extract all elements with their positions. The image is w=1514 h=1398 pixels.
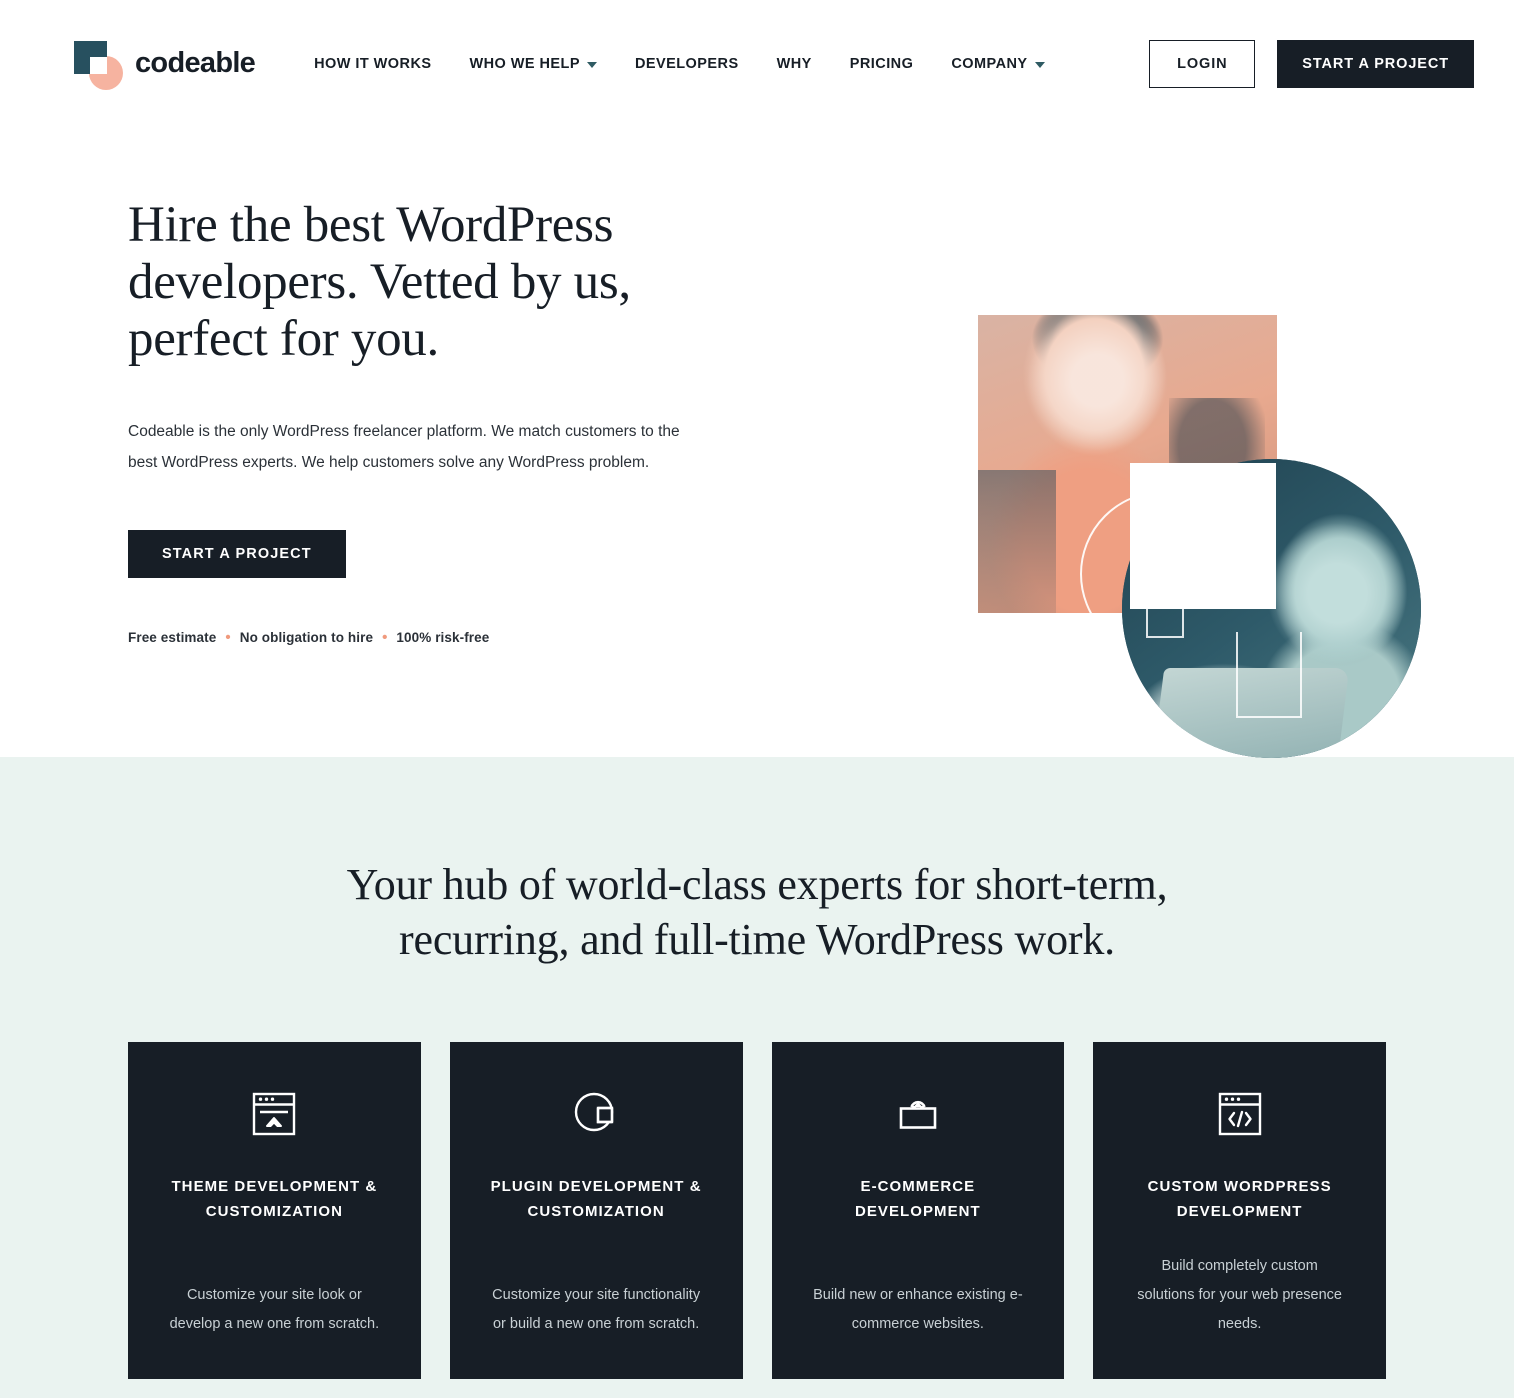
nav-label: HOW IT WORKS	[314, 55, 432, 72]
services-heading: Your hub of world-class experts for shor…	[346, 860, 1168, 965]
nav-item-developers[interactable]: DEVELOPERS	[616, 56, 758, 72]
chevron-down-icon	[586, 62, 597, 68]
service-card-description: Customize your site look or develop a ne…	[169, 1286, 380, 1332]
login-button[interactable]: LOGIN	[1149, 39, 1256, 88]
browser-code-icon	[1211, 1084, 1269, 1144]
start-a-project-button-header[interactable]: START A PROJECT	[1277, 39, 1474, 88]
service-card-theme-development[interactable]: THEME DEVELOPMENT & CUSTOMIZATION Custom…	[128, 1041, 421, 1379]
shopping-bag-icon	[889, 1084, 947, 1144]
codeable-logo-icon	[68, 38, 124, 90]
hero-trust-line: Free estimate • No obligation to hire • …	[128, 630, 700, 645]
nav-label: PRICING	[849, 55, 914, 72]
chevron-down-icon	[1034, 62, 1045, 68]
services-section: Your hub of world-class experts for shor…	[0, 757, 1514, 1398]
service-card-title: THEME DEVELOPMENT & CUSTOMIZATION	[171, 1177, 378, 1221]
decorative-white-square	[1130, 463, 1276, 609]
start-a-project-button-hero[interactable]: START A PROJECT	[128, 530, 346, 579]
brand-logo-link[interactable]: codeable	[68, 38, 256, 90]
nav-item-company[interactable]: COMPANY	[932, 56, 1063, 72]
trust-separator-dot: •	[225, 629, 231, 647]
service-card-description: Build completely custom solutions for yo…	[1137, 1257, 1342, 1332]
service-card-ecommerce-development[interactable]: E-COMMERCE DEVELOPMENT Build new or enha…	[771, 1041, 1065, 1379]
nav-label: WHY	[776, 55, 812, 72]
trust-item-free-estimate: Free estimate	[128, 630, 217, 646]
site-header: codeable HOW IT WORKS WHO WE HELP DEVELO…	[0, 0, 1514, 127]
hero-copy: Hire the best WordPress developers. Vett…	[0, 185, 700, 757]
nav-item-who-we-help[interactable]: WHO WE HELP	[450, 56, 615, 72]
hero-paragraph: Codeable is the only WordPress freelance…	[128, 423, 680, 472]
services-card-grid: THEME DEVELOPMENT & CUSTOMIZATION Custom…	[0, 1041, 1514, 1379]
service-card-description: Customize your site functionality or bui…	[492, 1286, 701, 1332]
nav-label: DEVELOPERS	[634, 55, 739, 72]
browser-theme-icon	[245, 1084, 303, 1144]
service-card-description: Build new or enhance existing e-commerce…	[813, 1286, 1023, 1332]
service-card-title: CUSTOM WORDPRESS DEVELOPMENT	[1147, 1177, 1332, 1221]
service-card-title: E-COMMERCE DEVELOPMENT	[855, 1177, 981, 1221]
nav-item-why[interactable]: WHY	[758, 56, 831, 72]
hero-section: Hire the best WordPress developers. Vett…	[0, 127, 1514, 758]
hero-title: Hire the best WordPress developers. Vett…	[128, 197, 631, 368]
pie-chart-plugin-icon	[567, 1084, 625, 1144]
nav-item-pricing[interactable]: PRICING	[831, 56, 933, 72]
trust-separator-dot: •	[382, 629, 388, 647]
header-actions: LOGIN START A PROJECT	[1149, 39, 1474, 88]
service-card-plugin-development[interactable]: PLUGIN DEVELOPMENT & CUSTOMIZATION Custo…	[449, 1041, 743, 1379]
nav-label: COMPANY	[951, 55, 1028, 72]
brand-wordmark: codeable	[135, 47, 256, 79]
service-card-title: PLUGIN DEVELOPMENT & CUSTOMIZATION	[490, 1177, 702, 1221]
primary-navigation: HOW IT WORKS WHO WE HELP DEVELOPERS WHY …	[295, 56, 1149, 72]
trust-item-risk-free: 100% risk-free	[396, 630, 490, 646]
decorative-square-outline	[1235, 632, 1302, 719]
trust-item-no-obligation: No obligation to hire	[239, 630, 374, 646]
nav-label: WHO WE HELP	[469, 55, 580, 72]
service-card-custom-wordpress-development[interactable]: CUSTOM WORDPRESS DEVELOPMENT Build compl…	[1093, 1041, 1386, 1379]
nav-item-how-it-works[interactable]: HOW IT WORKS	[295, 56, 450, 72]
hero-artwork	[978, 315, 1428, 758]
